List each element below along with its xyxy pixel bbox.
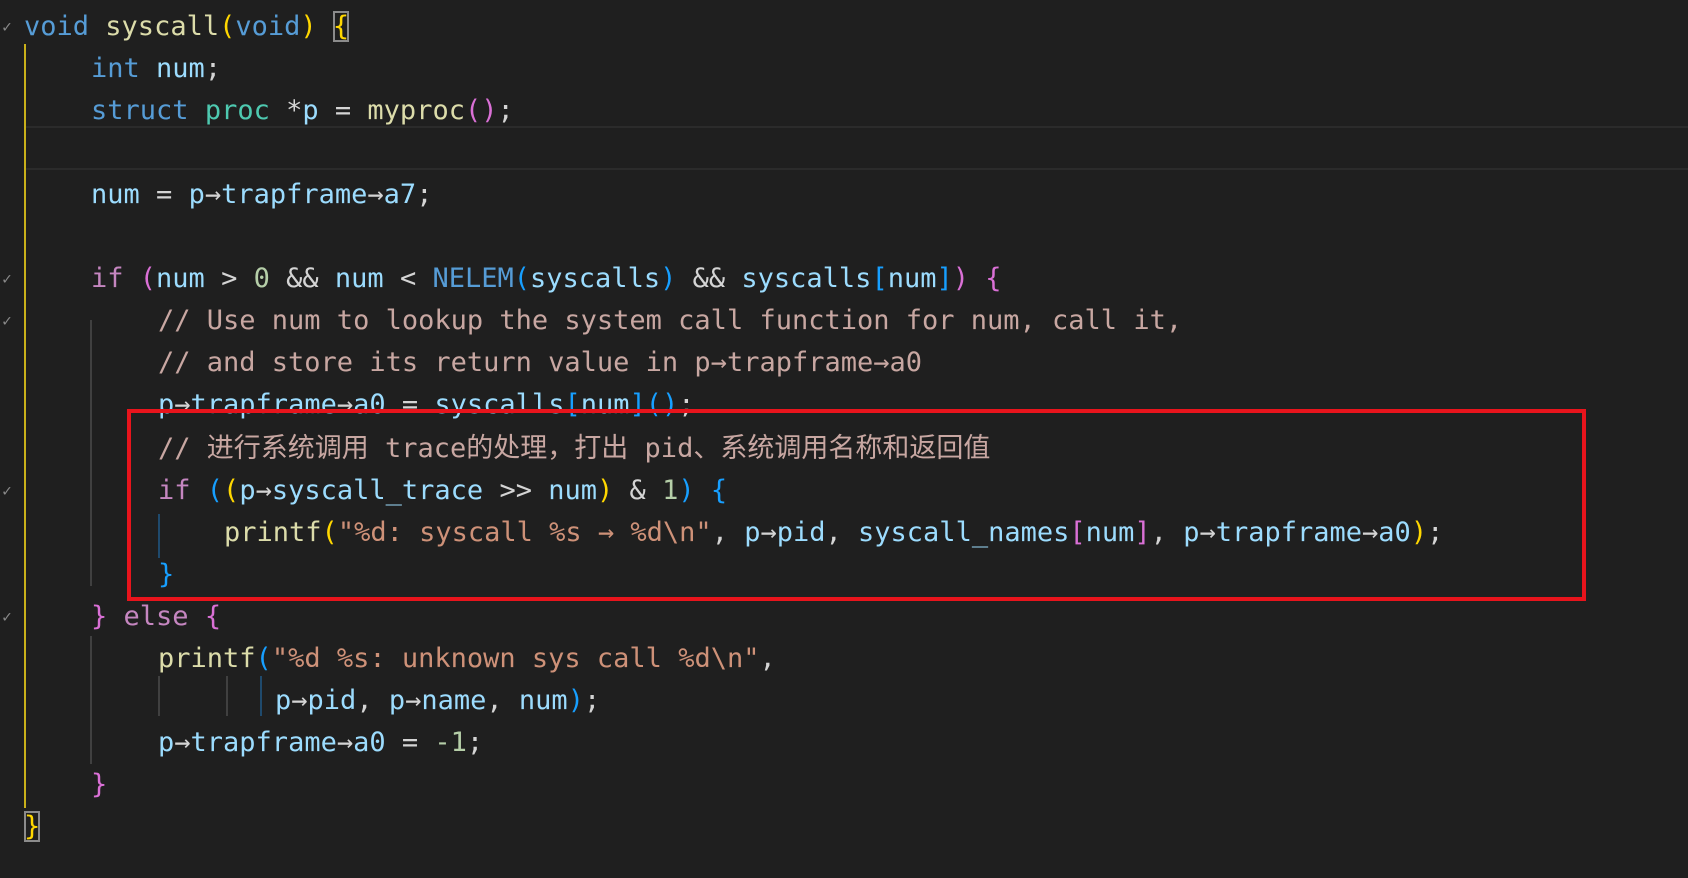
type-token: proc <box>204 95 270 126</box>
code-comment-line[interactable]: // Use num to lookup the system call fun… <box>158 300 1182 342</box>
indent-guide <box>226 676 228 716</box>
indent-guide <box>158 676 160 716</box>
code-editor[interactable]: ✓ ✓ ✓ ✓ ✓ void syscall(void) { int num; … <box>0 0 1688 878</box>
code-line[interactable]: void syscall(void) { <box>24 6 350 48</box>
indent-guide-printf-args <box>260 676 262 716</box>
indent-guide <box>90 320 92 586</box>
bracket-token: ( <box>219 11 236 42</box>
code-line[interactable]: printf("%d %s: unknown sys call %d\n", <box>158 638 776 680</box>
keyword-token: void <box>235 11 301 42</box>
code-line[interactable]: } else { <box>91 596 221 638</box>
keyword-token: void <box>24 11 90 42</box>
code-line[interactable]: if (num > 0 && num < NELEM(syscalls) && … <box>91 258 1002 300</box>
macro-token: NELEM <box>432 263 514 294</box>
indent-guide <box>90 636 92 764</box>
code-line[interactable]: } <box>24 806 41 848</box>
code-line[interactable]: num = p→trapframe→a7; <box>91 174 432 216</box>
matched-bracket-close: } <box>24 811 41 842</box>
indent-guide-function <box>24 44 26 808</box>
fold-indicator[interactable]: ✓ <box>0 6 14 48</box>
code-line[interactable]: int num; <box>91 48 221 90</box>
function-name-token: syscall <box>105 11 220 42</box>
keyword-token: struct <box>91 95 189 126</box>
variable-token: num <box>156 53 205 84</box>
code-line[interactable]: p→pid, p→name, num); <box>275 680 600 722</box>
control-keyword-token: if <box>91 263 124 294</box>
matched-bracket-open: { <box>332 11 350 42</box>
fold-indicator[interactable]: ✓ <box>0 300 14 342</box>
code-line[interactable]: struct proc *p = myproc(); <box>91 90 514 132</box>
variable-token: p <box>302 95 319 126</box>
code-line[interactable]: p→trapframe→a0 = -1; <box>158 722 483 764</box>
keyword-token: int <box>91 53 140 84</box>
current-line-highlight <box>24 126 1688 170</box>
string-token: "%d %s: unknown sys call %d\n" <box>271 643 760 674</box>
fold-indicator[interactable]: ✓ <box>0 470 14 512</box>
function-name-token: myproc <box>367 95 465 126</box>
fold-indicator[interactable]: ✓ <box>0 258 14 300</box>
code-comment-line[interactable]: // and store its return value in p→trapf… <box>158 342 922 384</box>
bracket-token: ) <box>300 11 317 42</box>
fold-indicator[interactable]: ✓ <box>0 596 14 638</box>
annotation-highlight-box <box>127 409 1586 601</box>
code-line[interactable]: } <box>91 764 107 806</box>
